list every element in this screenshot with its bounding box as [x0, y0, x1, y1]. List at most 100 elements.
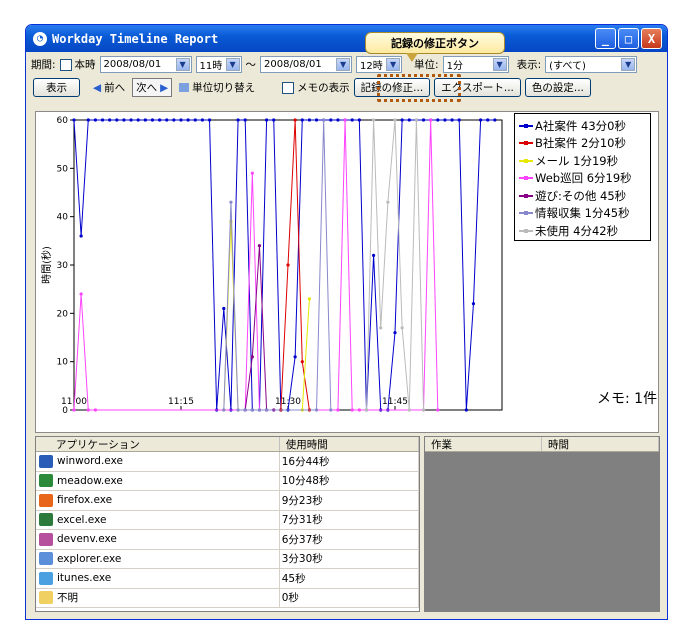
word-icon	[39, 454, 53, 468]
end-date-select[interactable]: 2008/08/01 ▼	[260, 56, 353, 73]
data-point	[207, 118, 212, 122]
table-row[interactable]: 不明 0秒	[36, 588, 419, 608]
usage-time-cell: 9分23秒	[280, 491, 419, 510]
legend-swatch	[519, 211, 533, 216]
app-icon: ◔	[33, 31, 47, 46]
legend-label: 情報収集 1分45秒	[535, 206, 630, 221]
data-point	[250, 171, 254, 175]
data-point	[407, 118, 411, 122]
chevron-down-icon[interactable]: ▼	[492, 58, 507, 71]
start-date-select[interactable]: 2008/08/01 ▼	[99, 56, 192, 73]
data-point	[93, 408, 97, 412]
table-row[interactable]: itunes.exe 45秒	[36, 569, 419, 589]
legend-swatch	[519, 228, 533, 233]
table-row[interactable]: devenv.exe 6分37秒	[36, 530, 419, 550]
range-tilde: 〜	[245, 59, 257, 71]
col-application[interactable]: アプリケーション	[36, 437, 280, 451]
data-point	[243, 118, 247, 122]
display-select[interactable]: (すべて) ▼	[545, 56, 638, 73]
chart-legend: A社案件 43分0秒 B社案件 2分10秒 メール 1分19秒 Web巡回 6分19秒…	[514, 113, 651, 241]
arrow-right-icon: ▶	[160, 81, 169, 94]
next-label: 次へ	[136, 82, 158, 94]
data-point	[129, 118, 133, 122]
data-point	[136, 118, 140, 122]
close-button[interactable]: X	[641, 28, 662, 49]
data-point	[436, 118, 440, 122]
legend-item: 遊び:その他 45秒	[515, 187, 650, 205]
memo-checkbox[interactable]	[282, 81, 295, 94]
app-name-cell: explorer.exe	[36, 549, 280, 568]
data-point	[193, 118, 197, 122]
unit-select[interactable]: 1分 ▼	[442, 56, 509, 73]
data-point	[179, 118, 183, 122]
memo-label: メモの表示	[297, 82, 350, 94]
data-point	[158, 118, 162, 122]
usage-time-cell: 7分31秒	[280, 510, 419, 529]
display-value: (すべて)	[549, 61, 586, 72]
period-label: 期間:	[31, 59, 56, 71]
col-task[interactable]: 作業	[425, 437, 542, 451]
data-point	[421, 118, 426, 122]
minimize-button[interactable]: _	[595, 28, 616, 49]
legend-item: B社案件 2分10秒	[515, 135, 650, 153]
meadow-icon	[39, 474, 53, 488]
edit-record-callout: 記録の修正ボタン	[365, 32, 505, 62]
data-point	[329, 118, 333, 122]
end-hour-select[interactable]: 12時 ▼	[356, 56, 403, 73]
legend-label: Web巡回 6分19秒	[535, 171, 632, 186]
data-point	[364, 408, 369, 412]
applications-rows: winword.exe 16分44秒 meadow.exe 10分48秒 firefox…	[36, 452, 419, 608]
table-row[interactable]: meadow.exe 10分48秒	[36, 471, 419, 491]
col-usage-time[interactable]: 使用時間	[280, 437, 419, 451]
prev-button[interactable]: ◀ 前へ	[90, 78, 128, 97]
data-point	[329, 408, 333, 412]
chevron-down-icon[interactable]: ▼	[386, 58, 401, 71]
today-checkbox[interactable]	[59, 58, 72, 71]
y-tick-label: 30	[57, 261, 69, 271]
col-time[interactable]: 時間	[542, 437, 659, 451]
data-point	[429, 118, 433, 122]
table-row[interactable]: winword.exe 16分44秒	[36, 452, 419, 472]
data-point	[165, 118, 169, 122]
toggle-unit-button[interactable]: 単位切り替え	[176, 78, 258, 97]
start-date-value: 2008/08/01	[103, 59, 162, 70]
app-window: ◔ Workday Timeline Report _ □ X 期間: 本時 2…	[25, 24, 668, 620]
table-row[interactable]: firefox.exe 9分23秒	[36, 491, 419, 511]
y-tick-label: 40	[57, 213, 69, 223]
start-hour-select[interactable]: 11時 ▼	[195, 56, 242, 73]
data-point	[257, 408, 262, 412]
data-point	[100, 118, 105, 122]
chevron-down-icon[interactable]: ▼	[175, 58, 190, 71]
maximize-button[interactable]: □	[618, 28, 639, 49]
start-hour-value: 11時	[199, 61, 223, 72]
data-point	[457, 118, 461, 122]
end-hour-value: 12時	[360, 61, 383, 72]
unit-icon	[179, 83, 190, 92]
data-point	[336, 408, 340, 412]
data-point	[293, 118, 297, 122]
app-name-cell: winword.exe	[36, 452, 280, 471]
chevron-down-icon[interactable]: ▼	[336, 58, 351, 71]
x-tick-label: 11:45	[382, 397, 408, 407]
next-button[interactable]: 次へ ▶	[132, 78, 173, 97]
title-bar[interactable]: ◔ Workday Timeline Report _ □ X	[26, 25, 667, 52]
color-settings-button[interactable]: 色の設定...	[524, 78, 591, 97]
chevron-down-icon[interactable]: ▼	[225, 58, 240, 71]
data-point	[300, 118, 304, 122]
chevron-down-icon[interactable]: ▼	[621, 58, 636, 71]
data-point	[421, 408, 426, 412]
toggle-unit-label: 単位切り替え	[192, 82, 256, 94]
data-point	[250, 408, 254, 412]
timeline-chart: 0 10 20 30 40 50 60 11:00 11:15 11:30 11:45 時間(秒) A…	[35, 111, 659, 433]
data-point	[322, 118, 326, 122]
unit-value: 1分	[446, 61, 463, 72]
table-row[interactable]: excel.exe 7分31秒	[36, 510, 419, 530]
end-date-value: 2008/08/01	[264, 59, 322, 70]
x-tick-label: 11:15	[168, 397, 194, 407]
data-point	[479, 118, 483, 122]
data-point	[265, 408, 269, 412]
data-point	[300, 360, 304, 364]
table-row[interactable]: explorer.exe 3分30秒	[36, 549, 419, 569]
show-button[interactable]: 表示	[33, 78, 80, 97]
itunes-icon	[39, 571, 53, 585]
